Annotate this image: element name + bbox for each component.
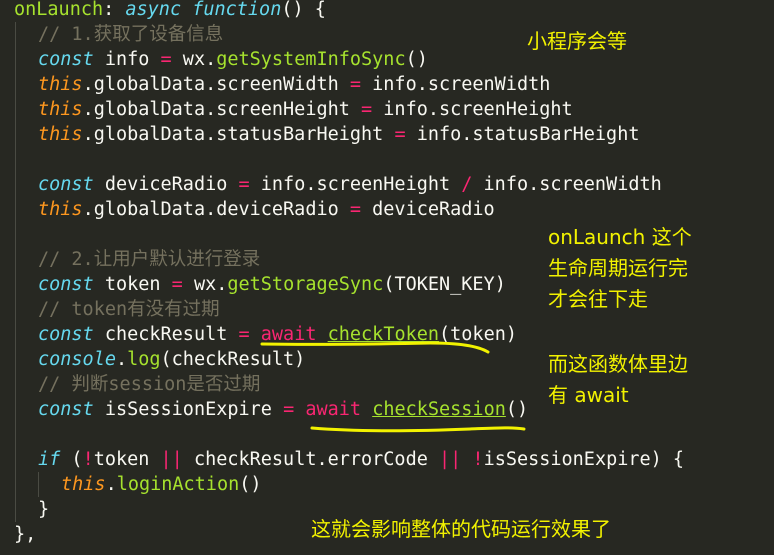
- annotation-middle-3: 才会往下走: [548, 287, 648, 311]
- underline-checkSession: [310, 426, 526, 433]
- underline-checkToken: [260, 341, 490, 354]
- annotation-lower-1: 而这函数体里边: [548, 352, 688, 376]
- annotation-middle-2: 生命周期运行完: [548, 256, 688, 280]
- annotation-bottom: 这就会影响整体的代码运行效果了: [311, 517, 611, 541]
- annotation-top-right: 小程序会等: [527, 29, 627, 53]
- annotation-lower-2: 有 await: [548, 383, 629, 407]
- annotation-middle-1: onLaunch 这个: [548, 225, 692, 249]
- code-editor[interactable]: onLaunch: async function() { // 1.获取了设备信…: [0, 0, 774, 555]
